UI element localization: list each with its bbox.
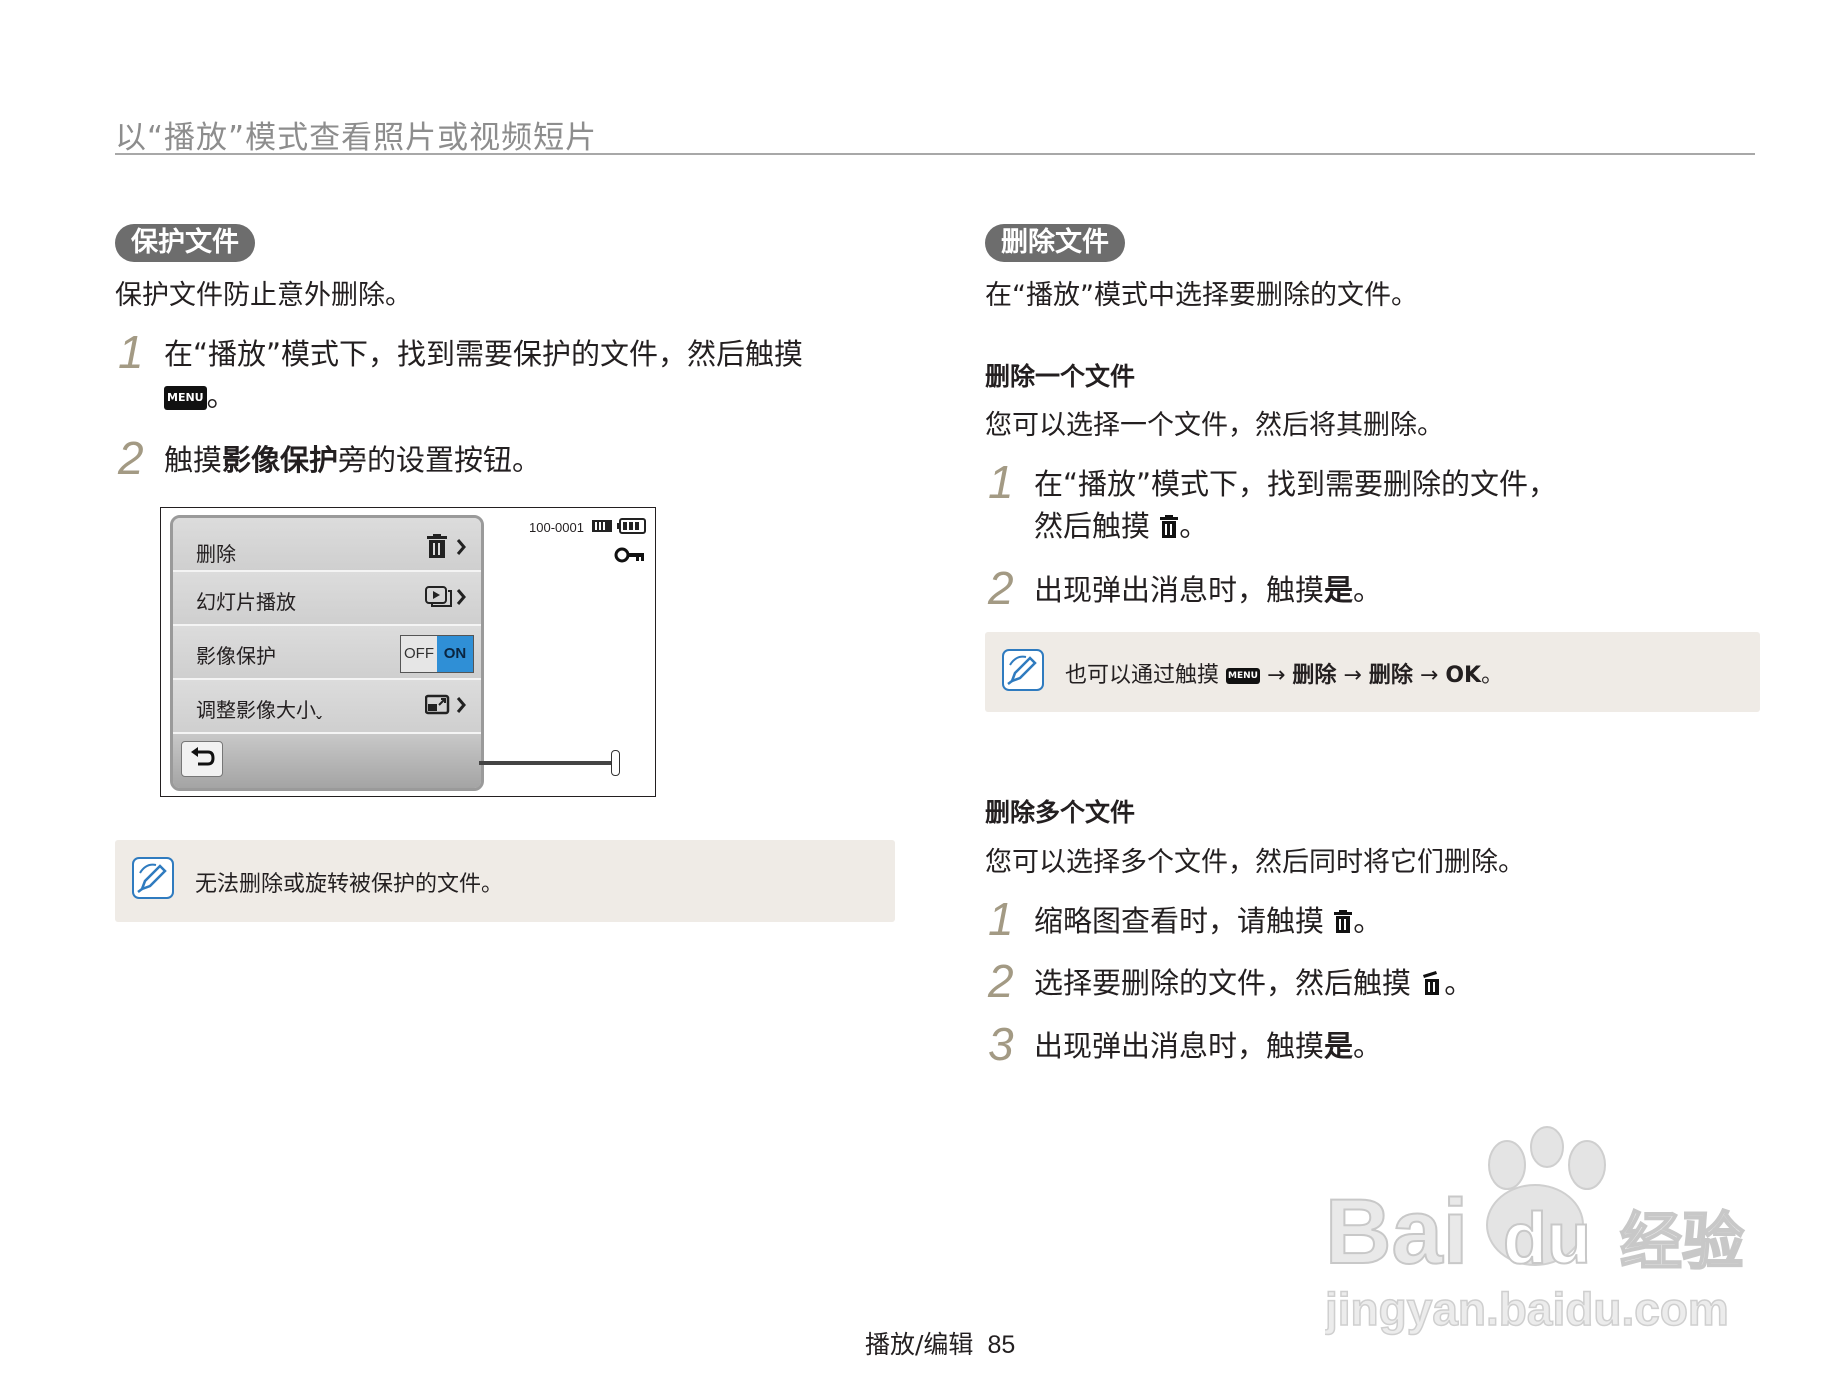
watermark-url: jingyan.baidu.com bbox=[1325, 1283, 1729, 1335]
step-text-pre: 出现弹出消息时，触摸 bbox=[1034, 573, 1325, 607]
step-number: 3 bbox=[988, 1018, 1014, 1070]
step-suffix: 。 bbox=[1353, 904, 1383, 938]
resize-icon bbox=[424, 692, 469, 722]
watermark-cn: 经验 bbox=[1620, 1205, 1744, 1278]
menu-row-label: 调整影像大小 bbox=[196, 698, 316, 722]
delete-multiple-desc: 您可以选择多个文件，然后同时将它们删除。 bbox=[985, 847, 1525, 878]
camera-screen-illustration: ˆ 删除 幻灯片播放 影像保护 OFF ON 调整影像大小 ˇ bbox=[160, 507, 656, 797]
toggle-off-label: OFF bbox=[401, 636, 437, 672]
note-arrow: → bbox=[1266, 663, 1286, 688]
protect-toggle[interactable]: OFF ON bbox=[400, 635, 474, 673]
protect-note-box: 无法删除或旋转被保护的文件。 bbox=[115, 840, 895, 922]
step-text-post: 旁的设置按钮。 bbox=[338, 443, 542, 477]
file-number: 100-0001 bbox=[529, 520, 584, 535]
menu-row-resize[interactable]: 调整影像大小 ˇ bbox=[173, 680, 481, 734]
playback-progress-bar[interactable] bbox=[479, 761, 614, 765]
step-text-pre: 选择要删除的文件，然后触摸 bbox=[1034, 966, 1412, 1000]
step-text: 在“播放”模式下，找到需要保护的文件，然后触摸 bbox=[164, 337, 804, 371]
camera-menu-panel: ˆ 删除 幻灯片播放 影像保护 OFF ON 调整影像大小 ˇ bbox=[170, 515, 484, 791]
step-text-pre: 出现弹出消息时，触摸 bbox=[1034, 1029, 1325, 1063]
card-icon bbox=[591, 518, 613, 538]
step-number: 1 bbox=[118, 326, 144, 378]
note-item: 删除 bbox=[1292, 663, 1337, 688]
step-suffix: 。 bbox=[206, 379, 236, 413]
delete-multiple-heading: 删除多个文件 bbox=[985, 798, 1136, 827]
section-title-protect: 保护文件 bbox=[115, 224, 255, 262]
note-item: 删除 bbox=[1368, 663, 1413, 688]
section-title-delete: 删除文件 bbox=[985, 224, 1125, 262]
delete-single-desc: 您可以选择一个文件，然后将其删除。 bbox=[985, 410, 1444, 441]
step-text-post: 。 bbox=[1353, 1029, 1383, 1063]
trash-icon bbox=[1159, 508, 1179, 550]
page-header-title: 以“播放”模式查看照片或视频短片 bbox=[115, 120, 598, 156]
step-number: 1 bbox=[988, 456, 1014, 508]
step-number: 2 bbox=[988, 562, 1014, 614]
note-text-pre: 也可以通过触摸 bbox=[1065, 663, 1220, 688]
menu-row-delete[interactable]: 删除 bbox=[173, 518, 481, 572]
note-pencil-icon bbox=[1002, 649, 1044, 691]
trash-icon bbox=[1333, 903, 1353, 945]
step-suffix: 。 bbox=[1444, 966, 1474, 1000]
menu-row-label: 删除 bbox=[196, 542, 236, 566]
step-text-bold: 是 bbox=[1324, 573, 1354, 607]
back-arrow-icon[interactable] bbox=[181, 741, 223, 777]
key-icon bbox=[614, 546, 646, 568]
page-footer: 播放/编辑 85 bbox=[865, 1325, 1015, 1361]
delete-intro: 在“播放”模式中选择要删除的文件。 bbox=[985, 280, 1418, 311]
battery-icon bbox=[617, 518, 647, 538]
protect-step-2: 2 触摸影像保护旁的设置按钮。 bbox=[118, 435, 542, 481]
playback-progress-knob[interactable] bbox=[611, 750, 620, 776]
delete-single-step-2: 2 出现弹出消息时，触摸是。 bbox=[988, 565, 1383, 611]
note-text: 也可以通过触摸 MENU → 删除 → 删除 → OK。 bbox=[1065, 657, 1503, 689]
footer-section: 播放/编辑 bbox=[865, 1330, 974, 1359]
note-item: OK bbox=[1445, 663, 1482, 688]
step-text-line1: 在“播放”模式下，找到需要删除的文件， bbox=[1034, 467, 1558, 501]
menu-row-label: 影像保护 bbox=[196, 644, 276, 668]
scroll-down-icon: ˇ bbox=[315, 714, 323, 733]
step-text-bold: 影像保护 bbox=[222, 443, 339, 477]
step-text-bold: 是 bbox=[1324, 1029, 1354, 1063]
note-pencil-icon bbox=[132, 857, 174, 899]
protect-intro: 保护文件防止意外删除。 bbox=[115, 280, 412, 311]
protect-step-1: 1 在“播放”模式下，找到需要保护的文件，然后触摸 MENU。 bbox=[118, 329, 804, 417]
note-text: 无法删除或旋转被保护的文件。 bbox=[195, 872, 504, 897]
page-number: 85 bbox=[987, 1331, 1016, 1359]
step-number: 2 bbox=[118, 432, 144, 484]
step-number: 1 bbox=[988, 893, 1014, 945]
step-number: 2 bbox=[988, 955, 1014, 1007]
watermark-brand2: du bbox=[1503, 1199, 1591, 1279]
step-text-post: 。 bbox=[1353, 573, 1383, 607]
note-text-post: 。 bbox=[1481, 663, 1504, 688]
step-text-line2: 然后触摸 bbox=[1034, 509, 1151, 543]
baidu-jingyan-watermark: Bai du 经验 jingyan.baidu.com bbox=[1323, 1125, 1765, 1340]
delete-single-heading: 删除一个文件 bbox=[985, 362, 1136, 391]
delete-single-step-1: 1 在“播放”模式下，找到需要删除的文件， 然后触摸 。 bbox=[988, 459, 1558, 550]
trash-icon bbox=[425, 534, 469, 564]
menu-row-slideshow[interactable]: 幻灯片播放 bbox=[173, 572, 481, 626]
menu-key-icon: MENU bbox=[164, 386, 207, 410]
camera-back-bar bbox=[173, 734, 481, 788]
header-divider bbox=[115, 153, 1755, 155]
baidu-paw-logo: Bai du 经验 jingyan.baidu.com bbox=[1323, 1126, 1745, 1336]
step-suffix: 。 bbox=[1179, 509, 1209, 543]
delete-multiple-step-1: 1 缩略图查看时，请触摸 。 bbox=[988, 896, 1383, 945]
delete-note-box: 也可以通过触摸 MENU → 删除 → 删除 → OK。 bbox=[985, 632, 1760, 712]
delete-multiple-step-3: 3 出现弹出消息时，触摸是。 bbox=[988, 1021, 1383, 1067]
note-arrow: → bbox=[1343, 663, 1362, 688]
menu-key-icon: MENU bbox=[1226, 668, 1260, 684]
delete-multiple-step-2: 2 选择要删除的文件，然后触摸 。 bbox=[988, 958, 1474, 1007]
toggle-on-label: ON bbox=[437, 636, 473, 672]
watermark-brand: Bai bbox=[1325, 1181, 1468, 1283]
note-arrow: → bbox=[1419, 663, 1439, 688]
trash-open-icon bbox=[1420, 965, 1444, 1007]
slideshow-icon bbox=[425, 584, 469, 614]
menu-row-protect[interactable]: 影像保护 OFF ON bbox=[173, 626, 481, 680]
step-text-pre: 触摸 bbox=[164, 443, 223, 477]
menu-row-label: 幻灯片播放 bbox=[196, 590, 296, 614]
step-text-pre: 缩略图查看时，请触摸 bbox=[1034, 904, 1325, 938]
